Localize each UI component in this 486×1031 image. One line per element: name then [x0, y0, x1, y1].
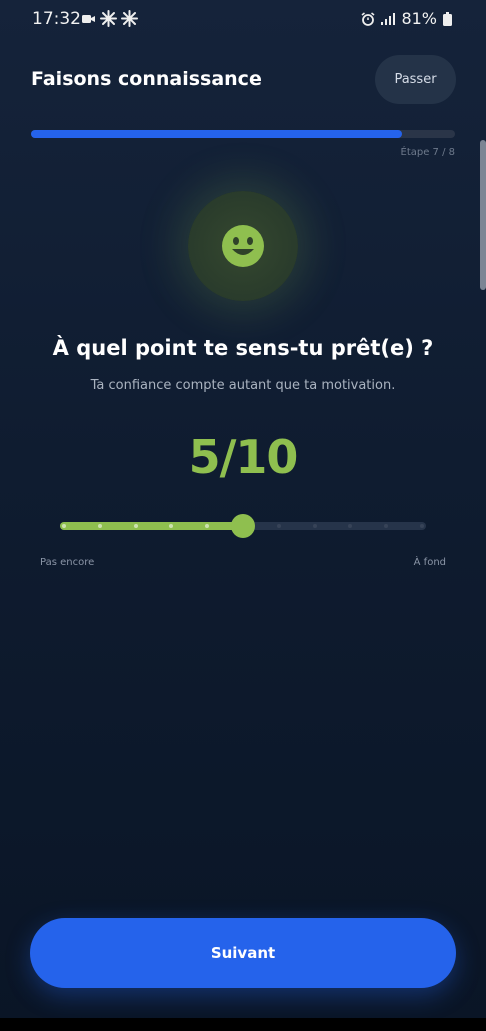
slider-tick — [420, 524, 424, 528]
battery-percent: 81% — [401, 9, 437, 28]
question-subtitle: Ta confiance compte autant que ta motiva… — [90, 378, 396, 393]
smiley-face-icon — [222, 225, 264, 267]
slider-max-label: À fond — [413, 557, 446, 568]
slider-thumb[interactable] — [231, 514, 255, 538]
page-title: Faisons connaissance — [31, 68, 262, 90]
slider-min-label: Pas encore — [40, 557, 95, 568]
sparkle-icon — [100, 10, 117, 27]
step-label: Étape 7 / 8 — [400, 147, 456, 158]
sparkle-icon — [121, 10, 138, 27]
slider-tick — [133, 524, 138, 528]
signal-icon — [381, 12, 396, 25]
scroll-indicator[interactable] — [480, 140, 486, 290]
question-title: À quel point te sens-tu prêt(e) ? — [52, 336, 434, 360]
skip-button[interactable]: Passer — [375, 55, 456, 104]
status-time: 17:32 — [32, 9, 81, 29]
status-bar: 17:32 81% — [0, 0, 486, 40]
video-camera-icon — [82, 14, 95, 23]
mood-icon-container — [188, 191, 298, 301]
slider-tick — [276, 524, 281, 528]
slider-tick — [62, 524, 66, 528]
system-status: 81% — [361, 9, 452, 28]
confidence-slider[interactable] — [60, 514, 426, 538]
onboarding-progress-bar — [31, 130, 455, 138]
score-value: 5/10 — [188, 430, 299, 484]
battery-icon — [443, 11, 452, 26]
slider-fill — [60, 522, 243, 530]
alarm-icon — [361, 11, 375, 26]
slider-tick — [97, 524, 102, 528]
slider-tick — [312, 524, 317, 528]
system-nav-bar — [0, 1018, 486, 1031]
notification-icons — [82, 10, 138, 27]
next-button[interactable]: Suivant — [30, 918, 456, 988]
progress-fill — [31, 130, 402, 138]
